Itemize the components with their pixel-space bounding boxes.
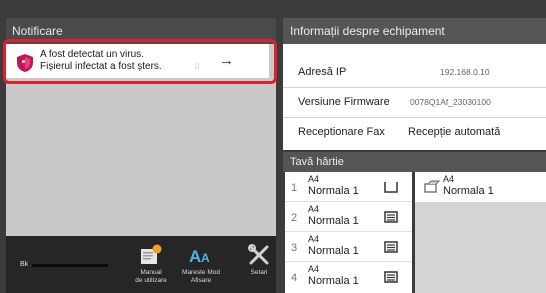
bypass-paper-size: A4 (443, 174, 455, 184)
equipment-info-panel: Adresă IP 192.168.0.10 Versiune Firmware… (283, 44, 546, 150)
svg-text:A: A (189, 247, 201, 266)
tray-row[interactable]: 1 A4 Normala 1 (285, 172, 412, 202)
tray-empty-area (415, 202, 546, 293)
tray-paper-type: Normala 1 (308, 245, 359, 257)
enlarge-label-2: Afisare (190, 277, 212, 284)
ip-label: Adresă IP (298, 66, 347, 78)
firmware-label: Versiune Firmware (298, 96, 390, 108)
equipment-info-header: Informații despre echipament (283, 18, 546, 44)
tray-open-icon (384, 182, 398, 193)
bypass-paper-type: Normala 1 (443, 185, 494, 197)
tray-paper-size: A4 (308, 234, 320, 244)
bypass-tray-icon (424, 180, 440, 193)
tray-paper-type: Normala 1 (308, 215, 359, 227)
paper-tray-header: Tavă hârtie (283, 152, 546, 172)
tray-row[interactable]: 4 A4 Normala 1 (285, 262, 412, 292)
info-row-ip: Adresă IP 192.168.0.10 (283, 58, 546, 88)
manual-icon (141, 244, 162, 264)
notification-highlight-frame (3, 39, 277, 84)
tools-icon (248, 244, 269, 265)
tray-paper-type: Normala 1 (308, 185, 359, 197)
text-size-icon: A A (189, 247, 210, 266)
enlarge-display-button[interactable]: A A Mareste Mod Afisare (172, 244, 230, 285)
tray-row[interactable]: 3 A4 Normala 1 (285, 232, 412, 262)
settings-button[interactable]: Setari (230, 244, 288, 277)
enlarge-label-1: Mareste Mod (182, 269, 220, 276)
tray-full-icon (384, 271, 398, 283)
tray-paper-size: A4 (308, 264, 320, 274)
toner-level-bar (32, 264, 108, 267)
paper-tray-list: 1 A4 Normala 1 2 A4 Normala 1 3 A4 Norma… (285, 172, 412, 293)
tray-paper-size: A4 (308, 174, 320, 184)
ip-value: 192.168.0.10 (440, 67, 490, 77)
tray-paper-type: Normala 1 (308, 275, 359, 287)
fax-value: Recepție automată (408, 126, 501, 138)
fax-label: Receptionare Fax (298, 126, 385, 138)
tray-number: 4 (291, 272, 298, 284)
tray-full-icon (384, 241, 398, 253)
info-row-fax: Receptionare Fax Recepție automată (283, 118, 546, 148)
bypass-tray[interactable]: A4 Normala 1 (415, 172, 546, 202)
tray-number: 3 (291, 242, 298, 254)
svg-text:A: A (201, 251, 210, 265)
toner-label: Bk (20, 261, 29, 268)
tray-number: 1 (291, 182, 298, 194)
settings-label: Setari (250, 269, 268, 276)
info-row-firmware: Versiune Firmware 0078Q1Af_23030100 (283, 88, 546, 118)
tray-number: 2 (291, 212, 298, 224)
tray-row[interactable]: 2 A4 Normala 1 (285, 202, 412, 232)
tray-full-icon (384, 211, 398, 223)
firmware-value: 0078Q1Af_23030100 (410, 97, 491, 107)
tray-paper-size: A4 (308, 204, 320, 214)
